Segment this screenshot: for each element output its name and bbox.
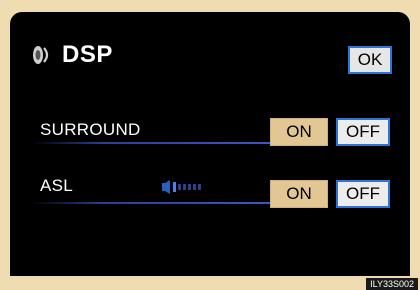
dsp-screen: DSP OK SURROUND ON OFF ASL ON OFF xyxy=(10,12,410,276)
page-title: DSP xyxy=(62,41,113,68)
surround-on-button[interactable]: ON xyxy=(270,118,328,146)
speaker-icon xyxy=(33,46,49,64)
asl-divider xyxy=(30,202,278,204)
header: DSP xyxy=(32,40,113,70)
surround-label: SURROUND xyxy=(40,120,141,139)
surround-off-button[interactable]: OFF xyxy=(336,118,390,146)
asl-on-button[interactable]: ON xyxy=(270,180,328,208)
asl-off-button[interactable]: OFF xyxy=(336,180,390,208)
figure-code: ILY33S002 xyxy=(366,278,418,290)
asl-label: ASL xyxy=(40,176,74,195)
volume-level-icon xyxy=(162,180,201,194)
surround-divider xyxy=(30,142,278,144)
display-frame: DSP OK SURROUND ON OFF ASL ON OFF ILY33S… xyxy=(0,0,420,290)
ok-button[interactable]: OK xyxy=(348,46,392,74)
